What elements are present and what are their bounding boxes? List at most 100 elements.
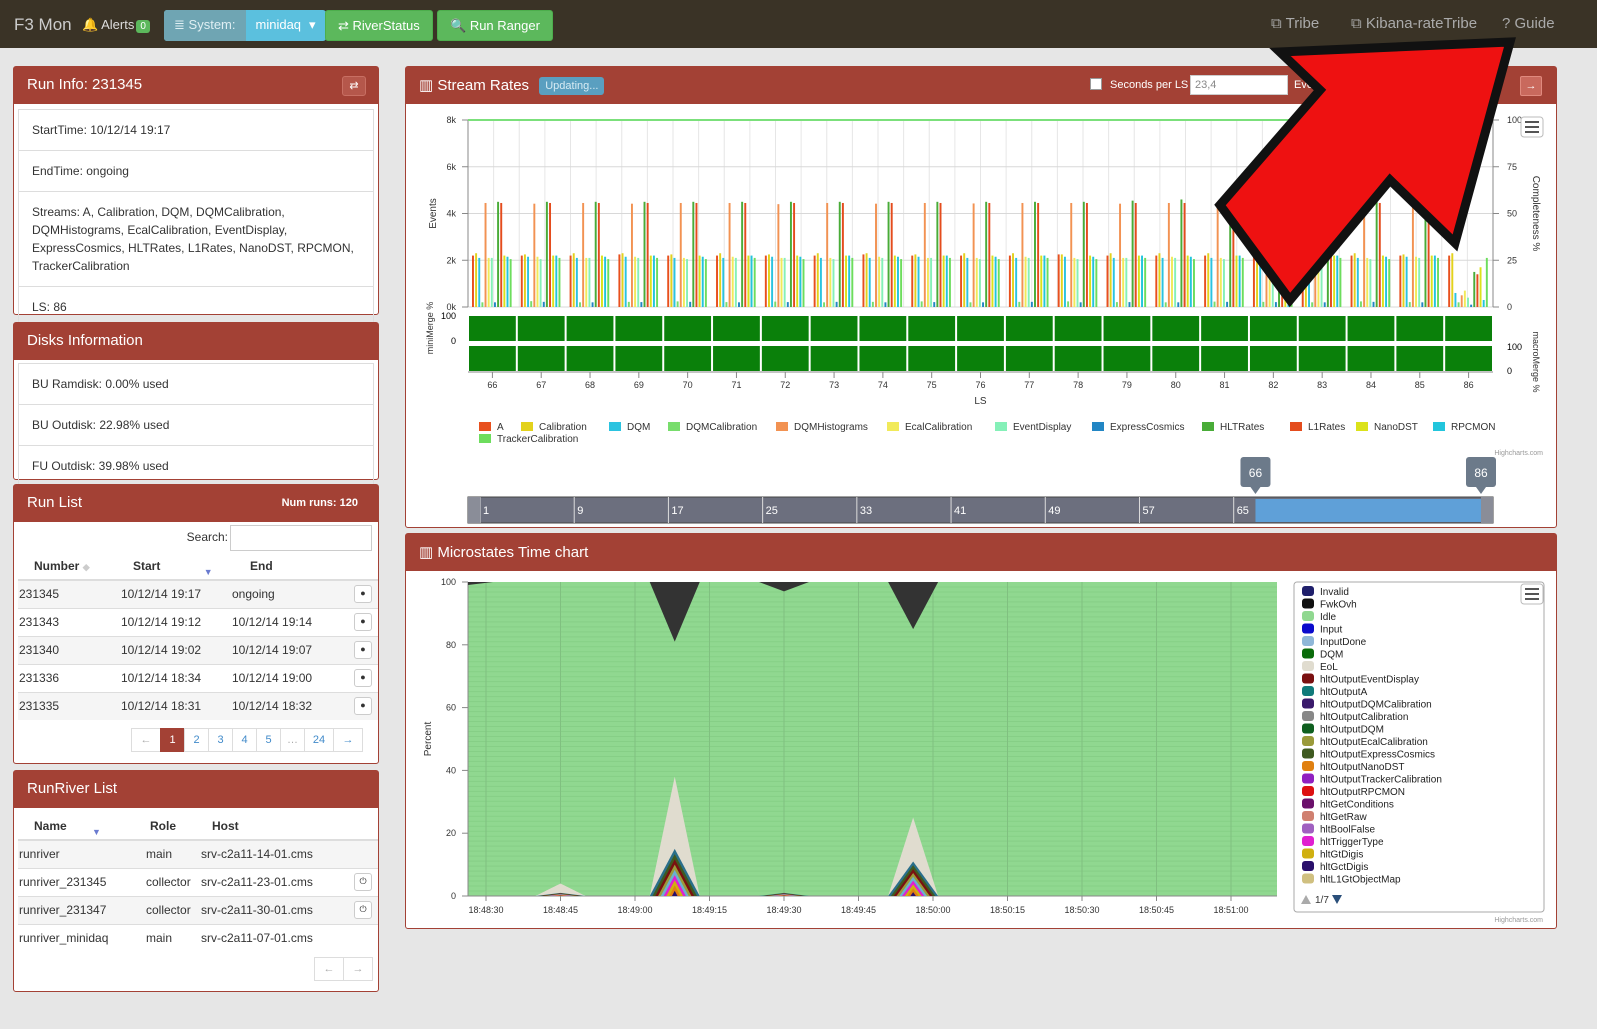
col-name-label: Name xyxy=(34,818,67,833)
bar-NanoDST xyxy=(1040,255,1043,307)
river-list-panel: RunRiver List Name ▼ Role Host runriver m… xyxy=(13,770,379,992)
bar-A xyxy=(716,255,718,307)
play-button[interactable]: ● xyxy=(354,697,372,716)
run-action-cell: ● xyxy=(354,663,378,692)
page-link[interactable]: 5 xyxy=(256,728,281,752)
col-start[interactable]: Start ▼ xyxy=(118,552,228,581)
refresh-icon: ⇄ xyxy=(349,80,359,92)
y2-tick-label: 50 xyxy=(1507,209,1517,219)
bar-NanoDST xyxy=(649,255,652,307)
col-host-label: Host xyxy=(212,818,239,833)
brand-title[interactable]: F3 Mon xyxy=(14,15,72,35)
search-input[interactable] xyxy=(230,525,372,551)
table-row[interactable]: 231343 10/12/14 19:12 10/12/14 19:14 ● xyxy=(18,607,378,636)
x-tick-label: 74 xyxy=(878,380,888,390)
bar-RPCMON xyxy=(945,255,948,307)
col-name[interactable]: Name ▼ xyxy=(18,812,138,841)
bar-TrackerCalibration xyxy=(1437,257,1439,307)
col-host[interactable]: Host xyxy=(198,812,354,841)
run-start: 10/12/14 18:34 xyxy=(118,663,228,692)
run-action-cell: ● xyxy=(354,691,378,720)
power-button[interactable]: ⏻ xyxy=(354,901,372,919)
sitemap-icon: ⧉ xyxy=(1351,15,1362,32)
table-row[interactable]: runriver_231347 collector srv-c2a11-30-01.… xyxy=(18,895,378,924)
bar-A xyxy=(1008,255,1011,307)
bar-L1Rates xyxy=(1183,202,1186,307)
table-row[interactable]: runriver_minidaq main srv-c2a11-07-01.cms xyxy=(18,923,378,952)
guide-label: Guide xyxy=(1514,15,1555,32)
legend-item-hltGetConditions: hltGetConditions xyxy=(1320,800,1394,811)
table-row[interactable]: 231340 10/12/14 19:02 10/12/14 19:07 ● xyxy=(18,635,378,664)
microstates-panel: ▥ Microstates Time chart 18:48:30 18:48:4… xyxy=(405,533,1557,929)
page-link[interactable]: 1 xyxy=(160,728,185,752)
col-end[interactable]: End xyxy=(228,552,354,581)
bu-outdisk: BU Outdisk: 22.98% used xyxy=(18,404,374,446)
expand-button[interactable]: → xyxy=(1520,76,1542,96)
legend-swatch xyxy=(995,422,1007,431)
legend-item-TrackerCalibration: TrackerCalibration xyxy=(497,434,578,445)
power-button[interactable]: ⏻ xyxy=(354,873,372,891)
caret-down-icon: ▾ xyxy=(309,17,316,32)
kibana-link[interactable]: ⧉ Kibana-rateTribe xyxy=(1351,15,1477,32)
bar-DQM xyxy=(868,257,871,307)
table-row[interactable]: 231335 10/12/14 18:31 10/12/14 18:32 ● xyxy=(18,691,378,720)
x-tick-label: 80 xyxy=(1171,380,1181,390)
play-button[interactable]: ● xyxy=(354,585,372,604)
page-link[interactable]: 3 xyxy=(208,728,233,752)
bar-ExpressCosmics xyxy=(1079,302,1082,307)
legend-item-RPCMON: RPCMON xyxy=(1451,422,1495,433)
page-link[interactable]: 4 xyxy=(232,728,257,752)
legend-item-Invalid: Invalid xyxy=(1320,587,1349,598)
river-role: collector xyxy=(138,867,198,896)
col-role[interactable]: Role xyxy=(138,812,198,841)
table-row[interactable]: runriver main srv-c2a11-14-01.cms xyxy=(18,839,378,868)
bar-L1Rates xyxy=(549,202,552,307)
tribe-link[interactable]: ⧉ Tribe xyxy=(1271,15,1319,32)
run-ranger-button[interactable]: 🔍 Run Ranger xyxy=(437,10,553,41)
bar-EcalCalibration xyxy=(487,257,490,307)
riverstatus-button[interactable]: ⇄ RiverStatus xyxy=(325,10,433,41)
bar-Calibration xyxy=(1304,253,1307,307)
seconds-per-ls-input[interactable] xyxy=(1190,75,1288,95)
bar-HLTRates xyxy=(545,201,548,307)
page-link[interactable]: 2 xyxy=(184,728,209,752)
table-row[interactable]: 231345 10/12/14 19:17 ongoing ● xyxy=(18,579,378,608)
bar-RPCMON xyxy=(506,256,509,307)
page-link[interactable]: → xyxy=(343,957,373,981)
bar-Calibration xyxy=(767,254,770,307)
bar-EcalCalibration xyxy=(536,256,539,307)
bar-L1Rates xyxy=(500,202,503,307)
bar-A xyxy=(1399,255,1402,307)
table-row[interactable]: 231336 10/12/14 18:34 10/12/14 19:00 ● xyxy=(18,663,378,692)
bar-TrackerCalibration xyxy=(851,257,854,307)
page-link[interactable]: → xyxy=(333,728,363,752)
bar-DQMCalibration xyxy=(1311,302,1314,307)
num-runs: Num runs: 120 xyxy=(281,497,358,509)
bar-DQMCalibration xyxy=(823,302,826,307)
macromerge-cell xyxy=(615,346,663,371)
guide-link[interactable]: ? Guide xyxy=(1502,15,1555,32)
seconds-per-ls-checkbox[interactable] xyxy=(1090,78,1102,90)
table-row[interactable]: runriver_231345 collector srv-c2a11-23-01.… xyxy=(18,867,378,896)
bar-A xyxy=(520,255,523,307)
play-button[interactable]: ● xyxy=(354,613,372,631)
microstates-chart: 18:48:30 18:48:45 18:49:00 18:49:15 18:49:30… xyxy=(423,577,1545,924)
bar-A xyxy=(1106,255,1109,307)
refresh-button[interactable]: ⇄ xyxy=(342,76,366,96)
bar-ExpressCosmics xyxy=(591,302,594,307)
alerts-button[interactable]: 🔔 Alerts 0 xyxy=(82,17,150,33)
page-link[interactable]: ← xyxy=(314,957,344,981)
col-number[interactable]: Number ◆ xyxy=(18,552,118,581)
play-button[interactable]: ● xyxy=(354,641,372,659)
bar-ExpressCosmics xyxy=(982,302,985,307)
system-selector[interactable]: ≣ System: minidaq ▾ xyxy=(164,10,326,41)
page-link[interactable]: ← xyxy=(131,728,161,752)
x-tick-label: 18:50:15 xyxy=(990,905,1025,915)
run-end: 10/12/14 19:07 xyxy=(228,635,354,664)
macromerge-cell xyxy=(859,346,907,371)
bar-DQMHistograms xyxy=(1460,295,1463,307)
bar-DQM xyxy=(917,256,920,307)
page-link[interactable]: 24 xyxy=(304,728,334,752)
page-link[interactable]: … xyxy=(280,728,305,752)
play-button[interactable]: ● xyxy=(354,669,372,687)
